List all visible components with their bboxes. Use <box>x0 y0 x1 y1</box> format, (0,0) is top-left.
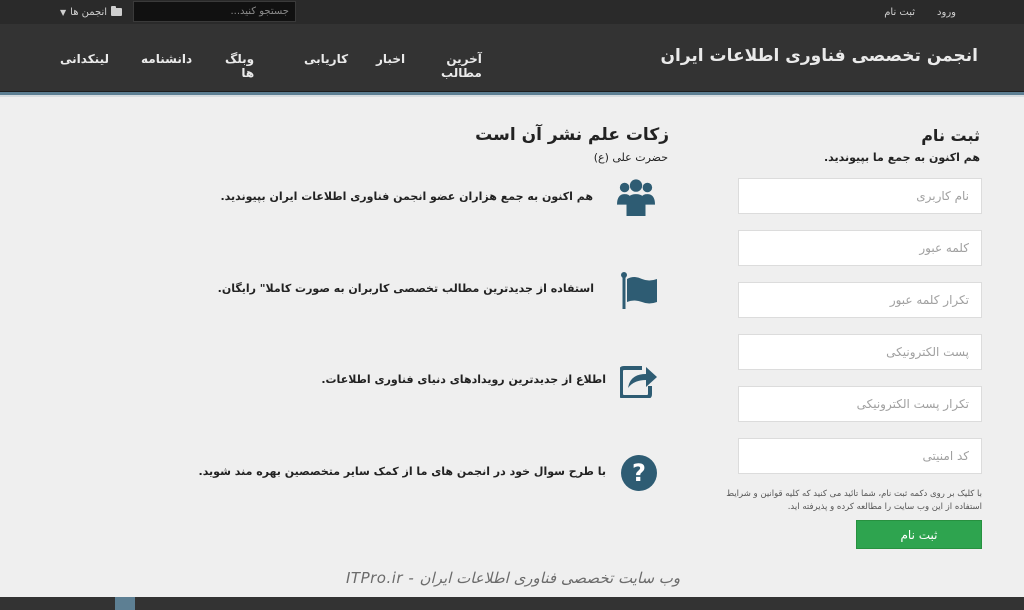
forums-dropdown[interactable]: ▼ انجمن ها <box>60 0 123 24</box>
email-repeat-field[interactable] <box>738 386 982 422</box>
auth-links: ورود ثبت نام <box>884 0 956 24</box>
feature-text-members: هم اکنون به جمع هزاران عضو انجمن فناوری … <box>220 190 593 203</box>
captcha-field[interactable] <box>738 438 982 474</box>
registration-title: ثبت نام <box>921 126 980 145</box>
nav-blogs[interactable]: وبلگ ها <box>225 52 254 80</box>
top-bar: ورود ثبت نام ▼ انجمن ها <box>0 0 1024 24</box>
password-field[interactable] <box>738 230 982 266</box>
nav-news[interactable]: اخبار <box>376 52 405 66</box>
email-field[interactable] <box>738 334 982 370</box>
feature-text-content: استفاده از جدیدترین مطالب تخصصی کاربران … <box>217 282 594 295</box>
header-stripe-light <box>0 95 1024 97</box>
login-link[interactable]: ورود <box>937 7 956 18</box>
signup-link[interactable]: ثبت نام <box>884 7 915 18</box>
nav-encyclopedia[interactable]: دانشنامه <box>141 52 192 66</box>
nav-jobs[interactable]: کاریابی <box>304 52 348 66</box>
nav-latest-posts[interactable]: آخرین مطالب <box>441 52 482 80</box>
site-title[interactable]: انجمن تخصصی فناوری اطلاعات ایران <box>660 46 978 66</box>
caret-down-icon: ▼ <box>60 7 67 17</box>
watermark-text: ITPro.ir - وب سایت تخصصی فناوری اطلاعات … <box>346 569 681 587</box>
forums-label: انجمن ها <box>70 6 108 18</box>
flag-icon <box>621 272 657 309</box>
username-field[interactable] <box>738 178 982 214</box>
users-icon <box>617 179 655 216</box>
feature-text-questions: با طرح سوال خود در انجمن های ما از کمک س… <box>198 465 606 478</box>
registration-subtitle: هم اکنون به جمع ما بپیوندید. <box>823 151 980 164</box>
search-input[interactable] <box>133 1 296 22</box>
quote-source: حضرت علی (ع) <box>593 151 668 164</box>
share-icon <box>620 366 657 398</box>
question-icon: ? <box>621 455 657 491</box>
site-header: انجمن تخصصی فناوری اطلاعات ایران آخرین م… <box>0 24 1024 92</box>
footer-accent <box>115 597 135 610</box>
nav-links[interactable]: لینکدانی <box>60 52 109 66</box>
feature-text-events: اطلاع از جدیدترین رویدادهای دنیای فناوری… <box>321 373 606 386</box>
terms-text: با کلیک بر روی دکمه ثبت نام، شما تائید م… <box>726 489 982 512</box>
password-repeat-field[interactable] <box>738 282 982 318</box>
footer-bar <box>0 597 1024 610</box>
register-button[interactable]: ثبت نام <box>856 520 982 549</box>
quote-title: زکات علم نشر آن است <box>475 125 669 145</box>
folder-icon <box>111 6 123 16</box>
svg-text:?: ? <box>632 459 646 487</box>
